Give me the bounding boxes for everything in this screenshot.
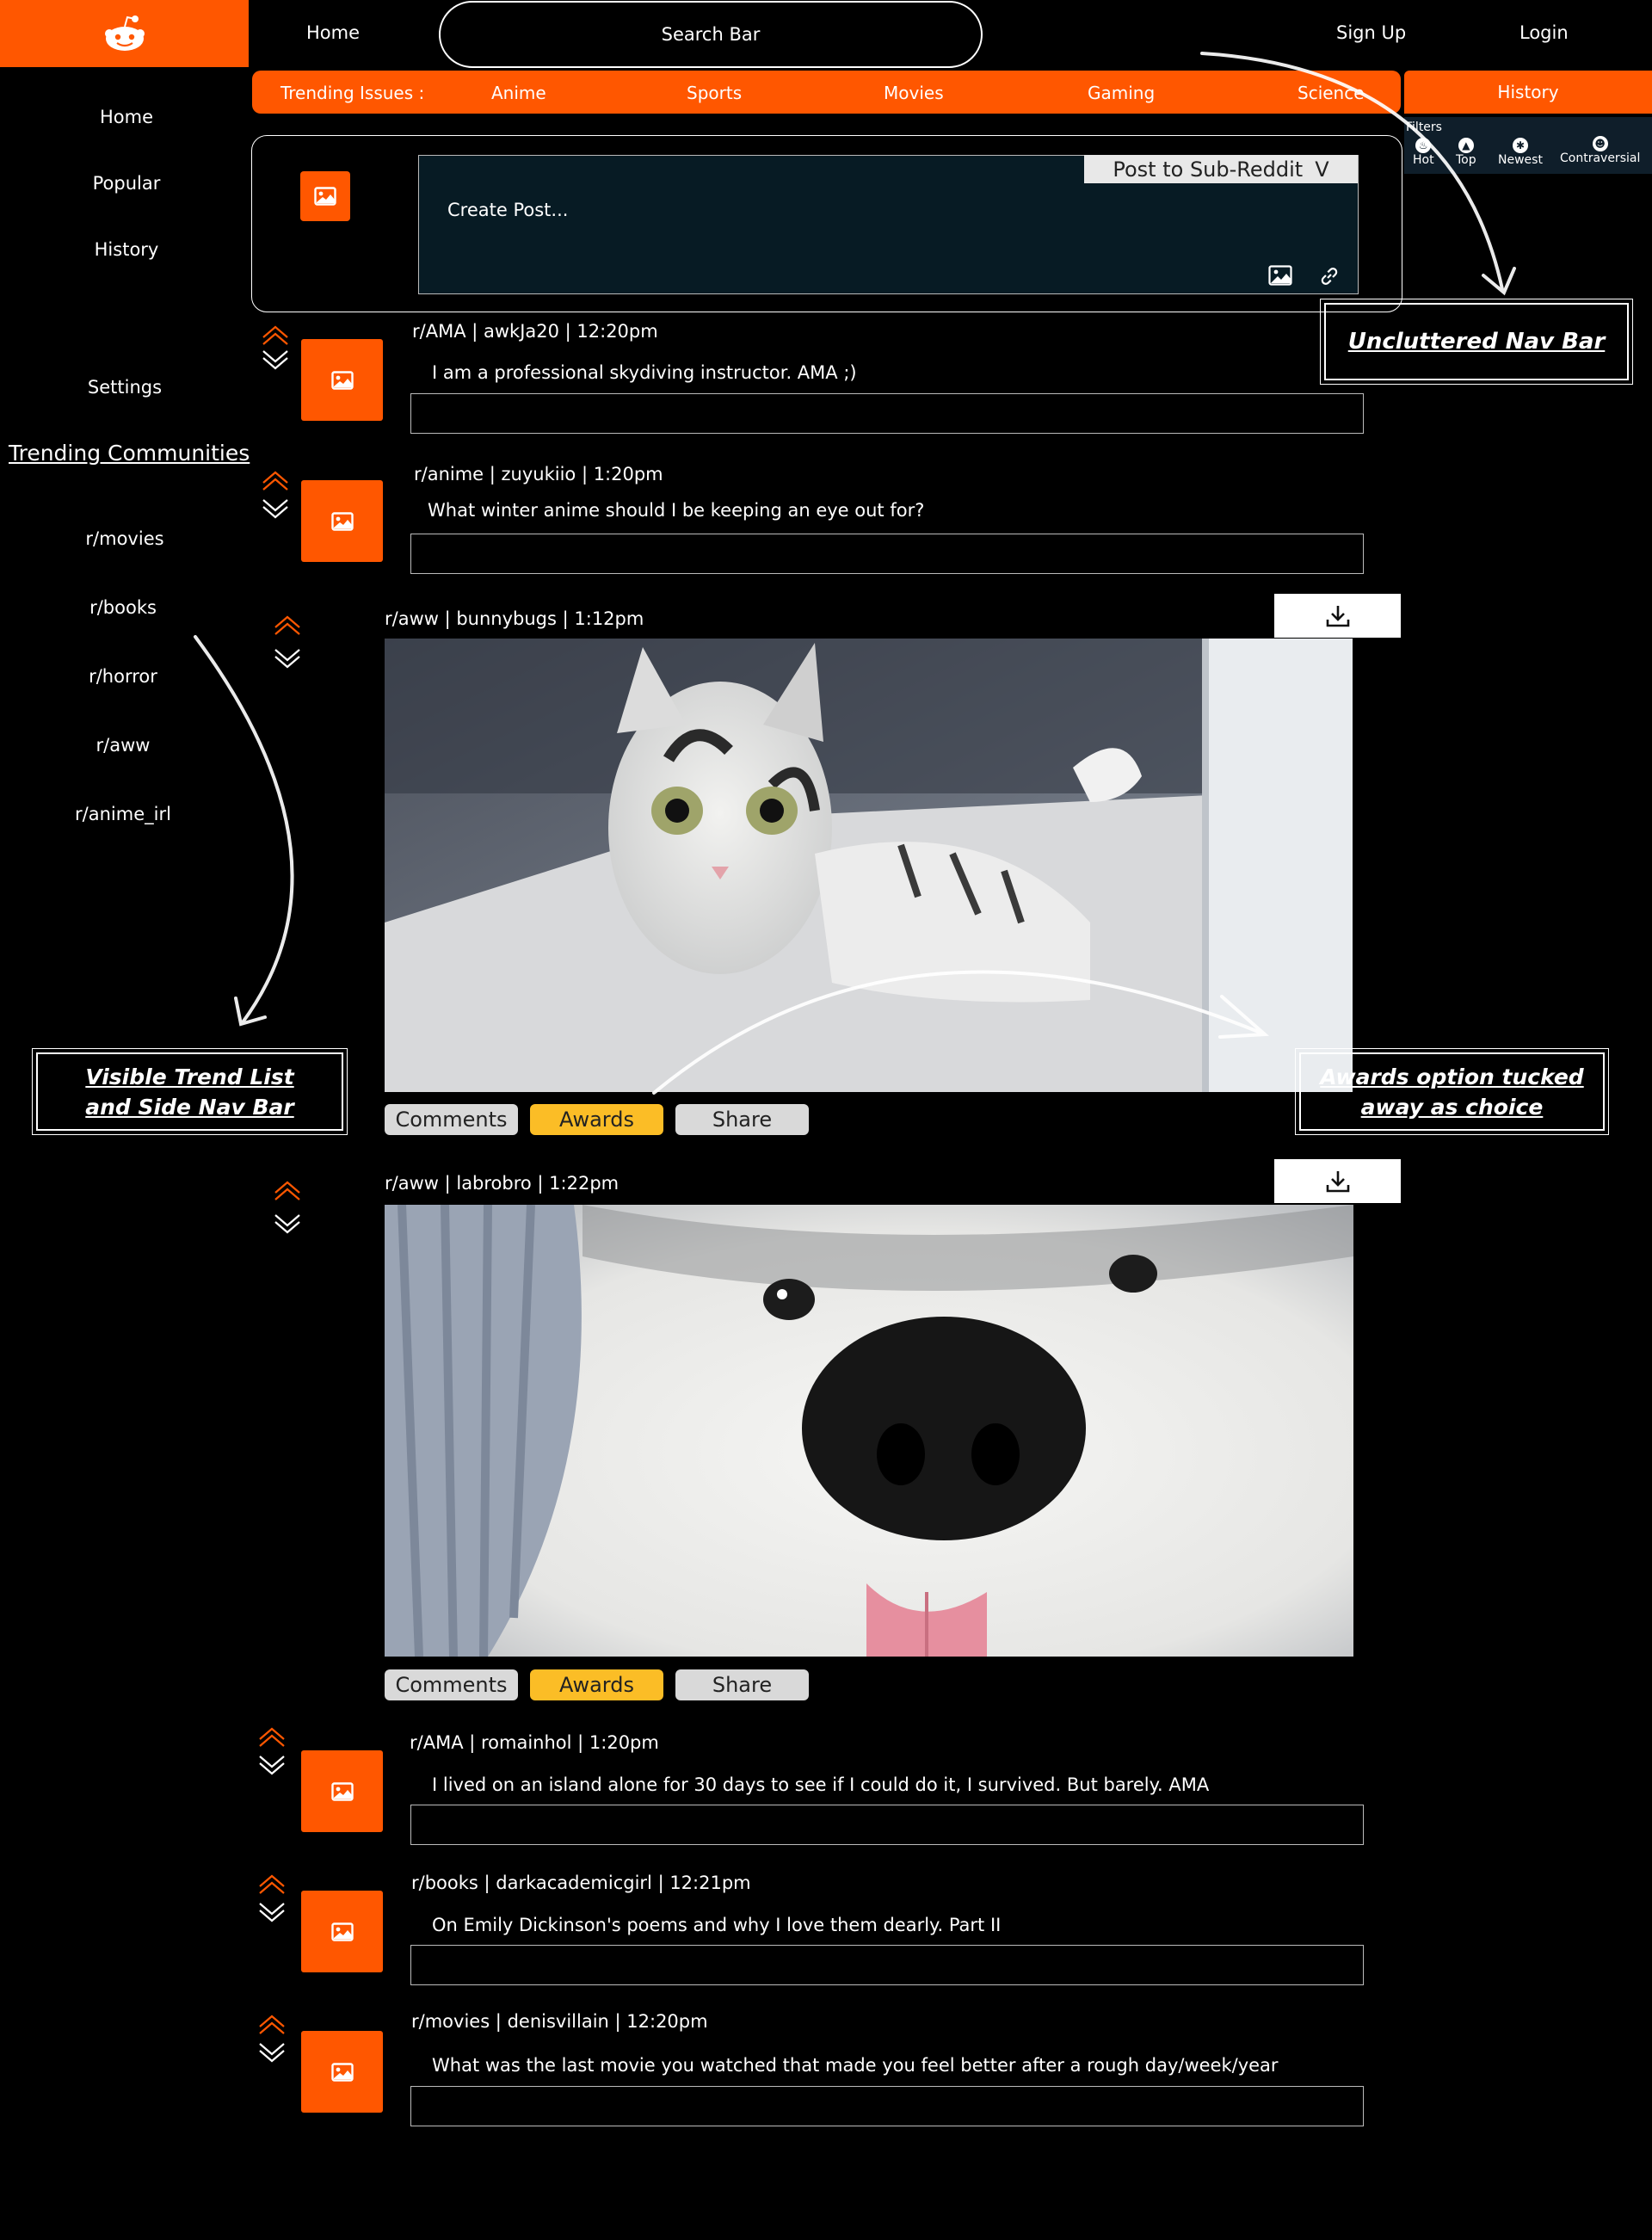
annotation-awards-line2: away as choice (1360, 1094, 1544, 1120)
annotation-nav-bar: Uncluttered Nav Bar (1320, 299, 1633, 385)
annotation-side-nav: Visible Trend List and Side Nav Bar (32, 1048, 348, 1135)
annotation-nav-text: Uncluttered Nav Bar (1347, 328, 1606, 355)
annotation-side-line1: Visible Trend List (85, 1064, 294, 1089)
annotation-awards: Awards option tucked away as choice (1295, 1048, 1609, 1135)
annotation-awards-line1: Awards option tucked (1320, 1064, 1584, 1089)
annotation-side-line2: and Side Nav Bar (85, 1094, 294, 1120)
